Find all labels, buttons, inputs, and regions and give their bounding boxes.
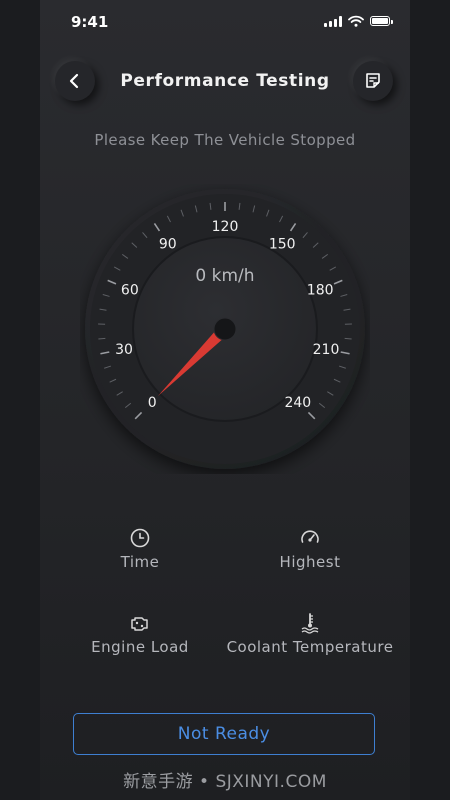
not-ready-button[interactable]: Not Ready bbox=[73, 713, 375, 755]
report-button[interactable] bbox=[353, 61, 393, 101]
speedometer-icon bbox=[301, 530, 319, 543]
gauge-tick-label: 0 bbox=[148, 395, 157, 411]
gauge-tick-label: 120 bbox=[212, 219, 239, 235]
gauge-tick-label: 90 bbox=[159, 236, 177, 252]
gauge-tick-label: 240 bbox=[284, 395, 311, 411]
gauge-tick-label: 150 bbox=[269, 236, 296, 252]
app-screen: 9:41 Performance Testing Please Keep The… bbox=[40, 0, 410, 800]
metric-engine-load: Engine Load bbox=[85, 612, 195, 656]
metric-coolant-label: Coolant Temperature bbox=[226, 638, 394, 656]
gauge-tick-label: 60 bbox=[121, 283, 139, 299]
clock-icon bbox=[130, 528, 150, 548]
battery-icon bbox=[370, 16, 393, 26]
metric-time-label: Time bbox=[120, 553, 160, 571]
speedometer-gauge: 0 30 60 90 120 150 180 210 240 0 km/h bbox=[80, 184, 370, 474]
metric-highest: Highest bbox=[255, 527, 365, 571]
instruction-text: Please Keep The Vehicle Stopped bbox=[94, 131, 356, 149]
metric-time: Time bbox=[95, 527, 185, 571]
speed-readout: 0 km/h bbox=[195, 266, 254, 286]
cellular-signal-icon bbox=[324, 15, 342, 27]
status-time: 9:41 bbox=[71, 13, 109, 31]
metric-highest-label: Highest bbox=[279, 553, 341, 571]
gauge-tick bbox=[98, 337, 106, 340]
metric-engine-load-label: Engine Load bbox=[91, 638, 189, 656]
wifi-icon bbox=[348, 15, 364, 27]
coolant-thermometer-icon bbox=[301, 613, 319, 634]
document-edit-icon bbox=[366, 73, 380, 88]
status-bar: 9:41 bbox=[40, 0, 410, 44]
gauge-tick-label: 180 bbox=[307, 283, 334, 299]
gauge-tick-label: 30 bbox=[115, 342, 133, 358]
watermark: 新意手游 • SJXINYI.COM bbox=[123, 772, 327, 792]
gauge-tick bbox=[344, 337, 352, 340]
gauge-tick-label: 210 bbox=[313, 342, 340, 358]
engine-icon bbox=[131, 617, 148, 631]
metric-coolant-temperature: Coolant Temperature bbox=[225, 612, 395, 656]
